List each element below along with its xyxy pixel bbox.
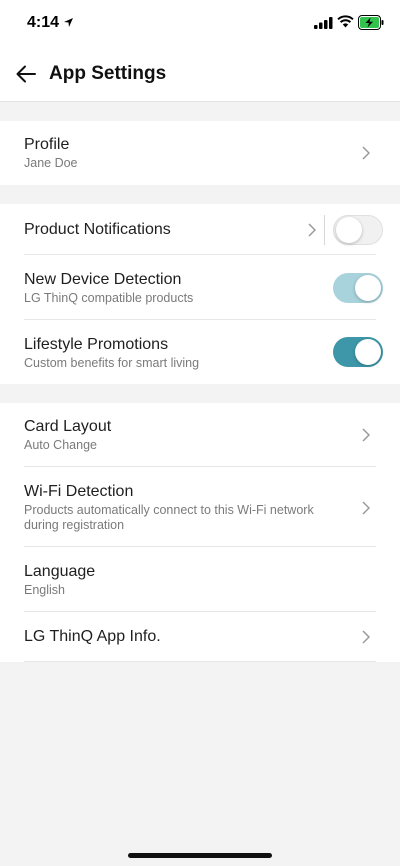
chevron-right-icon <box>362 146 370 160</box>
card-layout-subtitle: Auto Change <box>24 438 97 452</box>
back-button[interactable] <box>14 62 38 86</box>
new-device-detection-row: New Device Detection LG ThinQ compatible… <box>24 255 383 320</box>
new-device-detection-title: New Device Detection <box>24 271 182 288</box>
chevron-right-icon[interactable] <box>308 223 316 237</box>
page-title: App Settings <box>49 63 167 84</box>
lifestyle-promotions-toggle[interactable] <box>333 337 383 367</box>
vertical-divider <box>324 215 325 245</box>
battery-charging-icon <box>358 15 384 30</box>
lifestyle-promotions-row: Lifestyle Promotions Custom benefits for… <box>24 320 383 384</box>
wifi-detection-row[interactable]: Wi-Fi Detection Products automatically c… <box>24 467 376 547</box>
notifications-section: Product Notifications New Device Detecti… <box>0 204 400 384</box>
chevron-right-icon <box>362 428 370 442</box>
profile-row[interactable]: Profile Jane Doe <box>24 121 376 185</box>
wifi-detection-subtitle-line1: Products automatically connect to this W… <box>24 503 314 517</box>
wifi-detection-subtitle-line2: during registration <box>24 518 125 532</box>
profile-title: Profile <box>24 136 70 153</box>
status-time: 4:14 <box>27 14 60 31</box>
profile-section: Profile Jane Doe <box>0 121 400 185</box>
product-notifications-toggle[interactable] <box>333 215 383 245</box>
toggle-knob <box>336 217 362 243</box>
lifestyle-promotions-subtitle: Custom benefits for smart living <box>24 356 200 370</box>
wifi-icon <box>337 15 354 28</box>
signal-icon <box>314 17 333 29</box>
toggle-knob <box>355 339 381 365</box>
chevron-right-icon <box>362 501 370 515</box>
card-layout-row[interactable]: Card Layout Auto Change <box>24 403 376 467</box>
lifestyle-promotions-title: Lifestyle Promotions <box>24 336 169 353</box>
new-device-detection-toggle[interactable] <box>333 273 383 303</box>
location-arrow-icon <box>64 18 73 27</box>
app-info-title: LG ThinQ App Info. <box>24 628 161 645</box>
status-bar: 4:14 <box>0 0 400 46</box>
card-layout-title: Card Layout <box>24 418 112 435</box>
new-device-detection-subtitle: LG ThinQ compatible products <box>24 291 194 305</box>
wifi-detection-title: Wi-Fi Detection <box>24 483 134 500</box>
language-title: Language <box>24 563 96 580</box>
header: App Settings <box>0 46 400 102</box>
home-indicator <box>128 853 272 858</box>
app-info-row[interactable]: LG ThinQ App Info. <box>24 612 376 662</box>
arrow-left-icon <box>16 65 36 83</box>
language-row[interactable]: Language English <box>24 547 376 612</box>
product-notifications-title: Product Notifications <box>24 221 171 238</box>
chevron-right-icon <box>362 630 370 644</box>
product-notifications-row: Product Notifications <box>24 204 383 255</box>
toggle-knob <box>355 275 381 301</box>
general-section: Card Layout Auto Change Wi-Fi Detection … <box>0 403 400 662</box>
language-subtitle: English <box>24 583 65 597</box>
profile-subtitle: Jane Doe <box>24 156 78 170</box>
